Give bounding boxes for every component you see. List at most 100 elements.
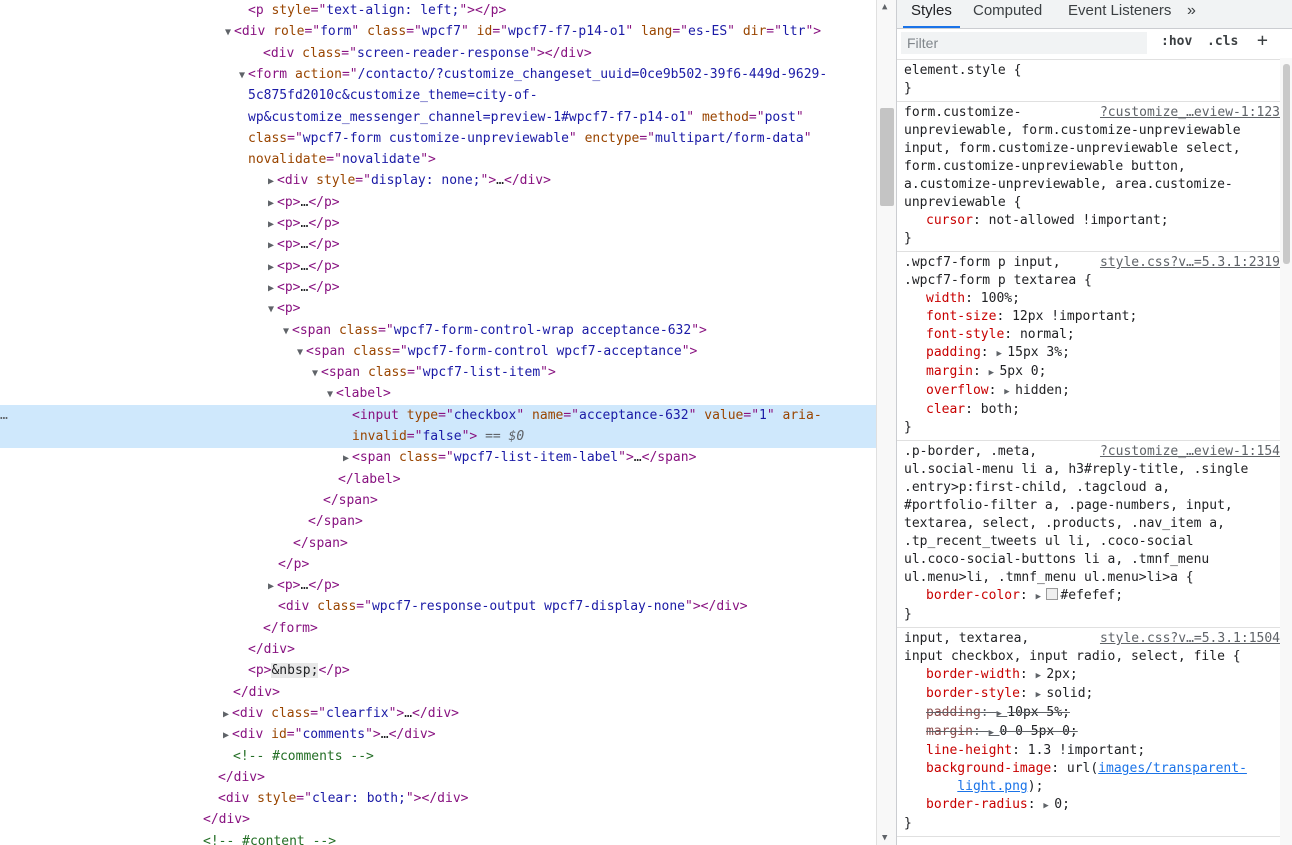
dom-node-line[interactable]: ▶ <div style="display: none;">…</div> [0,170,876,192]
triangle-right-icon[interactable]: ▶ [1004,387,1015,397]
css-property[interactable]: margin: ▶ 5px 0; [904,363,1284,382]
dom-node-line[interactable]: ▶ <p>…</p> [0,277,876,299]
property-name[interactable]: overflow [926,383,989,398]
triangle-down-icon[interactable]: ▼ [265,299,277,321]
css-property[interactable]: clear: both; [904,401,1284,419]
dom-node-line[interactable]: </div> [0,767,876,789]
property-value[interactable]: 10px 5%; [1007,705,1070,720]
rule-source-link[interactable]: style.css?v…=5.3.1:2319 [1099,254,1280,272]
triangle-down-icon[interactable]: ▼ [294,342,306,364]
resource-link[interactable]: images/transparent- [1098,761,1247,776]
css-property[interactable]: border-radius: ▶ 0; [904,796,1284,815]
css-property[interactable]: padding: ▶ 10px 5%; [904,704,1284,723]
property-value[interactable]: 0; [1054,797,1070,812]
dom-node-line[interactable]: ▶ <p>…</p> [0,213,876,235]
property-name[interactable]: cursor [926,213,973,228]
triangle-right-icon[interactable]: ▶ [1036,592,1047,602]
triangle-down-icon[interactable]: ▼ [236,65,248,87]
property-name[interactable]: padding [926,705,981,720]
property-value[interactable]: 0 0 5px 0; [999,724,1077,739]
dom-node-line[interactable]: ▶ <span class="wpcf7-list-item-label">…</… [0,447,876,469]
triangle-right-icon[interactable]: ▶ [996,709,1007,719]
property-name[interactable]: clear [926,402,965,417]
triangle-right-icon[interactable]: ▶ [989,728,1000,738]
css-property[interactable]: border-color: ▶ #efefef; [904,587,1284,606]
css-property[interactable]: border-width: ▶ 2px; [904,666,1284,685]
property-value[interactable]: 100%; [981,291,1020,306]
selected-node-line[interactable]: invalid="false"> == $0 [0,426,876,448]
styles-filter-input[interactable] [901,32,1147,54]
property-name[interactable]: font-size [926,309,996,324]
triangle-right-icon[interactable]: ▶ [265,171,277,193]
dom-node-line[interactable]: ▶ <p>…</p> [0,192,876,214]
dom-node-line[interactable]: ▼ <label> [0,383,876,405]
css-property[interactable]: overflow: ▶ hidden; [904,382,1284,401]
dom-node-line[interactable]: ▶ <div class="clearfix">…</div> [0,703,876,725]
property-name[interactable]: border-color [926,588,1020,603]
triangle-right-icon[interactable]: ▶ [340,448,352,470]
css-property[interactable]: line-height: 1.3 !important; [904,742,1284,760]
color-swatch[interactable] [1046,588,1059,600]
triangle-down-icon[interactable]: ▼ [222,22,234,44]
cls-toggle[interactable]: .cls [1207,34,1238,49]
dom-node-line[interactable]: </p> [0,554,876,576]
dom-node-line[interactable]: <div class="wpcf7-response-output wpcf7-… [0,596,876,618]
css-property[interactable]: margin: ▶ 0 0 5px 0; [904,723,1284,742]
triangle-right-icon[interactable]: ▶ [996,349,1007,359]
tab-styles[interactable]: Styles [903,0,960,28]
resource-link[interactable]: light.png [957,779,1027,794]
dom-node-line[interactable]: ▼ <span class="wpcf7-form-control-wrap ac… [0,320,876,342]
property-value[interactable]: both; [981,402,1020,417]
css-property[interactable]: border-style: ▶ solid; [904,685,1284,704]
scrollbar-thumb[interactable] [880,108,894,206]
triangle-right-icon[interactable]: ▶ [265,278,277,300]
property-name[interactable]: line-height [926,743,1012,758]
dom-node-line[interactable]: </span> [0,490,876,512]
dom-node-line[interactable]: <p>&nbsp;</p> [0,660,876,682]
scroll-up-arrow-icon[interactable]: ▲ [882,2,887,12]
property-name[interactable]: padding [926,345,981,360]
css-property[interactable]: padding: ▶ 15px 3%; [904,344,1284,363]
dom-node-line[interactable]: </div> [0,809,876,831]
dom-node-line[interactable]: </span> [0,533,876,555]
rule-source-link[interactable]: style.css?v…=5.3.1:1504 [1099,630,1280,648]
dom-node-line[interactable]: ▶ <p>…</p> [0,234,876,256]
triangle-right-icon[interactable]: ▶ [1043,801,1054,811]
dom-node-line[interactable]: ▼ <form action="/contacto/?customize_chan… [0,64,876,86]
dom-node-line[interactable]: ▶ <div id="comments">…</div> [0,724,876,746]
rule-source-link[interactable]: ?customize_…eview-1:154 [1099,443,1280,461]
dom-node-line[interactable]: ▼ <span class="wpcf7-form-control wpcf7-a… [0,341,876,363]
dom-node-line[interactable]: ▶ <p>…</p> [0,575,876,597]
dom-node-line[interactable]: ▶ <p>…</p> [0,256,876,278]
property-value[interactable]: 5px 0; [999,364,1046,379]
dom-node-line[interactable]: </div> [0,682,876,704]
property-value[interactable]: 12px !important; [1012,309,1137,324]
dom-node-line[interactable]: </form> [0,618,876,640]
hov-toggle[interactable]: :hov [1161,34,1192,49]
dom-node-line[interactable]: ▼ <div role="form" class="wpcf7" id="wpcf… [0,21,876,43]
dom-node-line[interactable]: wp&customize_messenger_channel=preview-1… [0,107,876,129]
property-value[interactable]: normal; [1020,327,1075,342]
property-value[interactable]: #efefef; [1060,588,1123,603]
property-name[interactable]: margin [926,364,973,379]
dom-node-line[interactable]: novalidate="novalidate"> [0,149,876,171]
triangle-right-icon[interactable]: ▶ [1036,690,1047,700]
node-actions-icon[interactable]: … [0,405,8,427]
dom-node-line[interactable]: ▼ <span class="wpcf7-list-item"> [0,362,876,384]
styles-scrollbar[interactable] [1280,58,1292,845]
triangle-right-icon[interactable]: ▶ [265,235,277,257]
scroll-down-arrow-icon[interactable]: ▼ [882,833,887,843]
property-name[interactable]: font-style [926,327,1004,342]
property-name[interactable]: margin [926,724,973,739]
rule-source-link[interactable]: ?customize_…eview-1:123 [1099,104,1280,122]
triangle-right-icon[interactable]: ▶ [265,257,277,279]
dom-node-line[interactable]: <div style="clear: both;"></div> [0,788,876,810]
triangle-right-icon[interactable]: ▶ [265,193,277,215]
tab-computed[interactable]: Computed [965,0,1050,28]
property-value[interactable]: 15px 3%; [1007,345,1070,360]
property-name[interactable]: background-image [926,761,1051,776]
property-name[interactable]: border-style [926,686,1020,701]
dom-node-line[interactable]: ▼ <p> [0,298,876,320]
css-property[interactable]: font-style: normal; [904,326,1284,344]
add-rule-icon[interactable]: + [1257,30,1268,51]
